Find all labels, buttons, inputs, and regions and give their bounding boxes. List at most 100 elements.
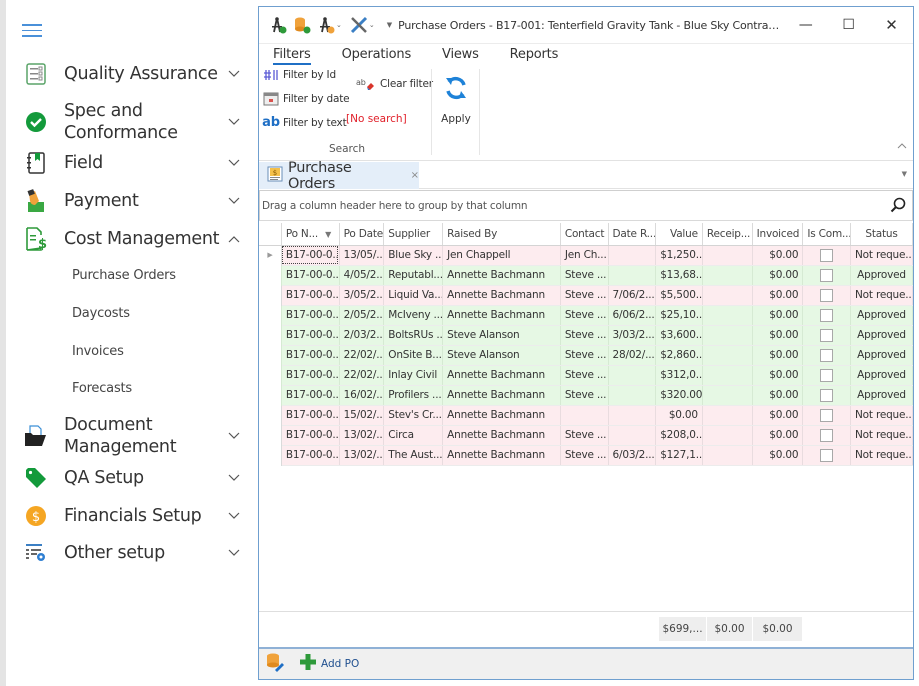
cell-invoiced[interactable]: $0.00 <box>752 285 804 306</box>
sidebar-item-other-setup[interactable]: Other setup <box>16 541 256 565</box>
cell-contact[interactable]: Steve ... <box>560 445 609 466</box>
tools-icon[interactable] <box>350 16 368 34</box>
cell-po-number[interactable]: B17-00-0... <box>281 445 340 466</box>
row-indicator[interactable] <box>259 265 282 285</box>
table-row[interactable]: B17-00-0... 13/02/... The Aust... Annette B… <box>259 445 913 466</box>
cell-contact[interactable]: Steve ... <box>560 325 609 346</box>
sidebar-item-financials-setup[interactable]: $ Financials Setup <box>16 504 256 528</box>
cell-raised-by[interactable]: Annette Bachmann <box>442 405 561 426</box>
row-indicator[interactable] <box>259 445 282 465</box>
cell-date-required[interactable]: 6/06/2... <box>608 305 657 326</box>
cell-po-number[interactable]: B17-00-0... <box>281 265 340 286</box>
cell-supplier[interactable]: Profilers ... <box>383 385 444 406</box>
close-tab-icon[interactable]: × <box>411 170 419 181</box>
row-indicator[interactable] <box>259 425 282 445</box>
cell-status[interactable]: Not reque... <box>850 285 913 306</box>
cell-invoiced[interactable]: $0.00 <box>752 305 804 326</box>
cell-contact[interactable]: Steve ... <box>560 285 609 306</box>
column-header-contact[interactable]: Contact <box>560 223 609 246</box>
cell-supplier[interactable]: Blue Sky ... <box>383 245 444 266</box>
chevron-down-icon[interactable] <box>226 194 242 208</box>
minimize-button[interactable]: — <box>784 7 827 43</box>
row-indicator[interactable] <box>259 305 282 325</box>
cell-invoiced[interactable]: $0.00 <box>752 405 804 426</box>
cell-value[interactable]: $312,0... <box>655 365 703 386</box>
cell-invoiced[interactable]: $0.00 <box>752 425 804 446</box>
cell-receipted[interactable] <box>702 425 753 446</box>
cell-status[interactable]: Approved <box>850 265 913 286</box>
cell-po-date[interactable]: 2/05/2... <box>339 305 385 326</box>
cell-raised-by[interactable]: Annette Bachmann <box>442 445 561 466</box>
cell-status[interactable]: Not reque... <box>850 245 913 266</box>
cell-contact[interactable]: Steve ... <box>560 365 609 386</box>
cell-receipted[interactable] <box>702 445 753 466</box>
column-header-raised-by[interactable]: Raised By <box>442 223 561 246</box>
cell-receipted[interactable] <box>702 405 753 426</box>
cell-date-required[interactable]: 7/06/2... <box>608 285 657 306</box>
sidebar-item-spec-and-conformance[interactable]: Spec and Conformance <box>16 100 256 144</box>
cell-po-number[interactable]: B17-00-0... <box>281 405 340 426</box>
cell-date-required[interactable] <box>608 365 657 386</box>
tab-purchase-orders[interactable]: $ Purchase Orders × <box>259 160 419 192</box>
table-row[interactable]: B17-00-0... 3/05/2... Liquid Va... Annette … <box>259 285 913 306</box>
is-complete-checkbox[interactable] <box>820 328 834 342</box>
database-edit-icon[interactable] <box>265 652 285 676</box>
cell-status[interactable]: Approved <box>850 325 913 346</box>
cell-po-date[interactable]: 16/02/... <box>339 385 385 406</box>
cell-po-date[interactable]: 3/05/2... <box>339 285 385 306</box>
cell-raised-by[interactable]: Jen Chappell <box>442 245 561 266</box>
search-icon[interactable] <box>890 197 906 217</box>
cell-value[interactable]: $1,250... <box>655 245 703 266</box>
tab-reports[interactable]: Reports <box>510 44 559 65</box>
cell-receipted[interactable] <box>702 325 753 346</box>
row-indicator[interactable] <box>259 345 282 365</box>
cell-value[interactable]: $2,860... <box>655 345 703 366</box>
cell-supplier[interactable]: Circa <box>383 425 444 446</box>
cell-po-number[interactable]: B17-00-0... <box>281 325 340 346</box>
tab-views[interactable]: Views <box>442 44 479 65</box>
cell-status[interactable]: Not reque... <box>850 425 913 446</box>
cell-supplier[interactable]: Reputabl... <box>383 265 444 286</box>
is-complete-checkbox[interactable] <box>820 448 834 462</box>
sidebar-item-document-management[interactable]: Document Management <box>16 414 256 458</box>
cell-po-date[interactable]: 15/02/... <box>339 405 385 426</box>
maximize-button[interactable]: ☐ <box>827 7 870 43</box>
column-header-value[interactable]: Value <box>655 223 703 246</box>
cell-receipted[interactable] <box>702 385 753 406</box>
cell-value[interactable]: $5,500... <box>655 285 703 306</box>
chevron-down-icon[interactable] <box>226 429 242 443</box>
column-header-status[interactable]: Status <box>850 223 913 246</box>
sidebar-item-cost-management[interactable]: $ Cost Management <box>16 227 256 251</box>
is-complete-checkbox[interactable] <box>820 408 834 422</box>
cell-status[interactable]: Approved <box>850 345 913 366</box>
table-row[interactable]: B17-00-0... 15/02/... Stev's Cr... Annette … <box>259 405 913 426</box>
group-by-panel[interactable]: Drag a column header here to group by th… <box>259 190 913 221</box>
cell-invoiced[interactable]: $0.00 <box>752 345 804 366</box>
sidebar-subitem-daycosts[interactable]: Daycosts <box>72 306 130 321</box>
table-row[interactable]: B17-00-0... 16/02/... Profilers ... Annette… <box>259 385 913 406</box>
cell-po-date[interactable]: 22/02/... <box>339 365 385 386</box>
column-header-invoiced[interactable]: Invoiced <box>752 223 804 246</box>
cell-receipted[interactable] <box>702 265 753 286</box>
cell-contact[interactable]: Steve ... <box>560 345 609 366</box>
cell-po-number[interactable]: B17-00-0... <box>281 385 340 406</box>
chevron-down-icon[interactable] <box>226 156 242 170</box>
sidebar-subitem-purchase-orders[interactable]: Purchase Orders <box>72 268 176 283</box>
is-complete-checkbox[interactable] <box>820 428 834 442</box>
cell-invoiced[interactable]: $0.00 <box>752 265 804 286</box>
caret-down-icon[interactable]: ▼ <box>387 21 392 29</box>
cell-date-required[interactable] <box>608 405 657 426</box>
row-indicator[interactable]: ▶ <box>259 245 282 265</box>
cell-date-required[interactable] <box>608 265 657 286</box>
add-po-button[interactable]: Add PO <box>299 653 359 675</box>
cell-po-date[interactable]: 13/05/... <box>339 245 385 266</box>
is-complete-checkbox[interactable] <box>820 308 834 322</box>
cell-po-number[interactable]: B17-00-0... <box>281 285 340 306</box>
cell-po-date[interactable]: 2/03/2... <box>339 325 385 346</box>
hamburger-menu-icon[interactable] <box>22 24 42 38</box>
cell-value[interactable]: $208,0... <box>655 425 703 446</box>
cell-po-number[interactable]: B17-00-0... <box>281 425 340 446</box>
table-row[interactable]: B17-00-0... 2/03/2... BoltsRUs ... Steve Al… <box>259 325 913 346</box>
clear-filter-button[interactable]: ab Clear filter <box>356 77 433 91</box>
cell-date-required[interactable] <box>608 245 657 266</box>
